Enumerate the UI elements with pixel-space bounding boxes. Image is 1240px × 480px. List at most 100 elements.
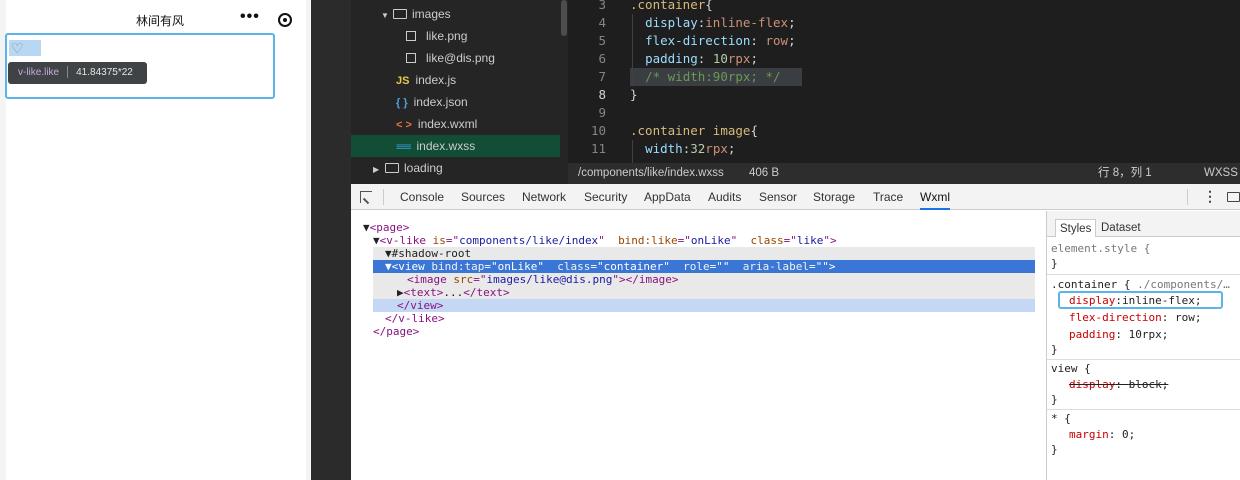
dom-node-line[interactable]: <image src="images/like@dis.png"></image… xyxy=(407,273,679,286)
dom-token: <v-like xyxy=(379,234,433,247)
rule-source-link[interactable]: ./components/… xyxy=(1137,278,1230,291)
dom-token: onLike xyxy=(690,234,731,247)
code-editor[interactable]: 3 .container{4 display:inline-flex; 5 flex… xyxy=(568,0,1240,163)
wxml-file-icon: < > xyxy=(396,119,412,131)
tree-folder-images[interactable]: ▼ images xyxy=(381,3,451,25)
tab-divider xyxy=(1187,189,1188,205)
annotation-box-style xyxy=(1058,291,1223,309)
dom-token: class xyxy=(557,260,591,273)
tree-file-index-json[interactable]: { } index.json xyxy=(396,91,468,113)
more-icon[interactable]: ••• xyxy=(240,8,260,26)
status-cursor-position[interactable]: 行 8，列 1 xyxy=(1098,163,1152,184)
folder-icon xyxy=(393,9,407,19)
code-token: : xyxy=(697,51,713,66)
rule-close: } xyxy=(1051,443,1058,456)
tree-item-label: images xyxy=(412,7,451,21)
dom-node-line[interactable]: ▼<page> xyxy=(363,221,409,234)
dom-node-line[interactable]: </page> xyxy=(373,325,419,338)
tree-file-index-wxml[interactable]: < > index.wxml xyxy=(396,113,477,135)
dom-token: ▼ xyxy=(373,234,380,247)
code-line[interactable]: 3 .container{ xyxy=(568,0,1240,14)
rule-selector: .container { xyxy=(1051,278,1131,291)
dom-node-line[interactable]: ▶<text>...</text> xyxy=(397,286,510,299)
tab-audits[interactable]: Audits xyxy=(708,184,741,210)
tab-wxml[interactable]: Wxml xyxy=(920,184,950,210)
code-line[interactable]: 10 .container image{ xyxy=(568,122,1240,140)
tab-network[interactable]: Network xyxy=(522,184,566,210)
tooltip-divider xyxy=(67,66,69,79)
tree-file-like-dis-png[interactable]: like@dis.png xyxy=(406,47,495,69)
code-line[interactable]: 9 xyxy=(568,104,1240,122)
style-prop-flex-direction[interactable]: flex-direction: row; xyxy=(1069,310,1201,326)
line-number: 10 xyxy=(590,123,606,138)
rule-separator xyxy=(1047,359,1240,360)
capsule-close-icon[interactable] xyxy=(278,13,292,27)
code-token: image xyxy=(712,123,751,138)
line-number: 3 xyxy=(598,0,606,12)
dock-side-icon[interactable] xyxy=(1227,192,1240,202)
status-language[interactable]: WXSS xyxy=(1204,163,1238,184)
code-line[interactable]: 8} xyxy=(568,86,1240,104)
dom-token: <text> xyxy=(403,286,444,299)
wxss-file-icon: ≡≡≡ xyxy=(396,142,411,153)
tab-dataset[interactable]: Dataset xyxy=(1097,219,1145,237)
tab-console[interactable]: Console xyxy=(400,184,444,210)
js-file-icon: JS xyxy=(396,75,410,87)
code-text: /* width:90rpx; */ xyxy=(630,68,781,86)
style-prop-display-overridden[interactable]: display: block; xyxy=(1069,377,1168,393)
code-token: { xyxy=(750,123,758,138)
style-prop-margin[interactable]: margin: 0; xyxy=(1069,427,1135,443)
tab-sensor[interactable]: Sensor xyxy=(759,184,797,210)
code-text: .container image{ xyxy=(630,122,758,140)
dom-token: =""> xyxy=(808,260,836,273)
line-number: 5 xyxy=(598,33,606,48)
style-prop-padding[interactable]: padding: 10rpx; xyxy=(1069,327,1168,343)
tree-file-like-png[interactable]: like.png xyxy=(406,25,467,47)
dom-node-line[interactable]: </view> xyxy=(397,299,443,312)
code-line[interactable]: 4 display:inline-flex; xyxy=(568,14,1240,32)
dom-token: #shadow-root xyxy=(391,247,472,260)
inspect-element-icon[interactable] xyxy=(360,191,372,203)
tree-file-index-js[interactable]: JS index.js xyxy=(396,69,456,91)
code-token: } xyxy=(630,87,638,102)
tree-item-label: index.wxss xyxy=(416,139,476,153)
tree-file-index-wxss[interactable]: ≡≡≡ index.wxss xyxy=(351,135,560,157)
code-line[interactable]: 5 flex-direction: row; xyxy=(568,32,1240,50)
dom-token: =" xyxy=(484,260,498,273)
rule-selector: element.style { xyxy=(1051,242,1151,255)
dom-node-line[interactable]: </v-like> xyxy=(385,312,445,325)
code-token: ; xyxy=(727,141,736,156)
code-token: rpx xyxy=(705,141,728,156)
dom-node-line[interactable]: ▼<v-like is="components/like/index" bind… xyxy=(373,234,837,247)
tree-item-label: index.json xyxy=(413,95,468,109)
code-token: /* width:90rpx; */ xyxy=(645,69,781,84)
image-file-icon xyxy=(406,53,416,63)
tree-item-label: index.wxml xyxy=(417,117,478,131)
code-line[interactable]: 11 width:32rpx; xyxy=(568,140,1240,158)
code-line[interactable]: 6 padding: 10rpx; xyxy=(568,50,1240,68)
code-line[interactable]: 7 /* width:90rpx; */ xyxy=(568,68,1240,86)
tab-sources[interactable]: Sources xyxy=(461,184,505,210)
code-token: 32 xyxy=(690,141,706,156)
line-number: 8 xyxy=(598,87,606,102)
prop-value: block; xyxy=(1128,378,1169,391)
dom-node-line[interactable]: ▼#shadow-root xyxy=(385,247,471,260)
tab-trace[interactable]: Trace xyxy=(873,184,903,210)
tab-styles[interactable]: Styles xyxy=(1055,219,1097,237)
tab-security[interactable]: Security xyxy=(584,184,627,210)
dom-node-line[interactable]: ▼<view bind:tap="onLike" class="containe… xyxy=(385,260,835,273)
tooltip-size: 41.84375*22 xyxy=(76,67,133,78)
wxml-tree: ▼<page> ▼<v-like is="components/like/inde… xyxy=(351,211,1046,480)
dom-token: </view> xyxy=(397,299,444,312)
tab-storage[interactable]: Storage xyxy=(813,184,855,210)
code-token: rpx xyxy=(727,51,751,66)
dom-token: src xyxy=(453,273,474,286)
dom-token: bind:tap xyxy=(431,260,485,273)
kebab-menu-icon[interactable]: ⋮ xyxy=(1203,188,1217,204)
tree-folder-loading[interactable]: ▶ loading xyxy=(373,157,443,179)
devtools-tab-bar: Console Sources Network Security AppData… xyxy=(351,184,1240,210)
tab-appdata[interactable]: AppData xyxy=(644,184,691,210)
dom-token: <page> xyxy=(369,221,410,234)
tree-scrollbar[interactable] xyxy=(561,0,567,36)
